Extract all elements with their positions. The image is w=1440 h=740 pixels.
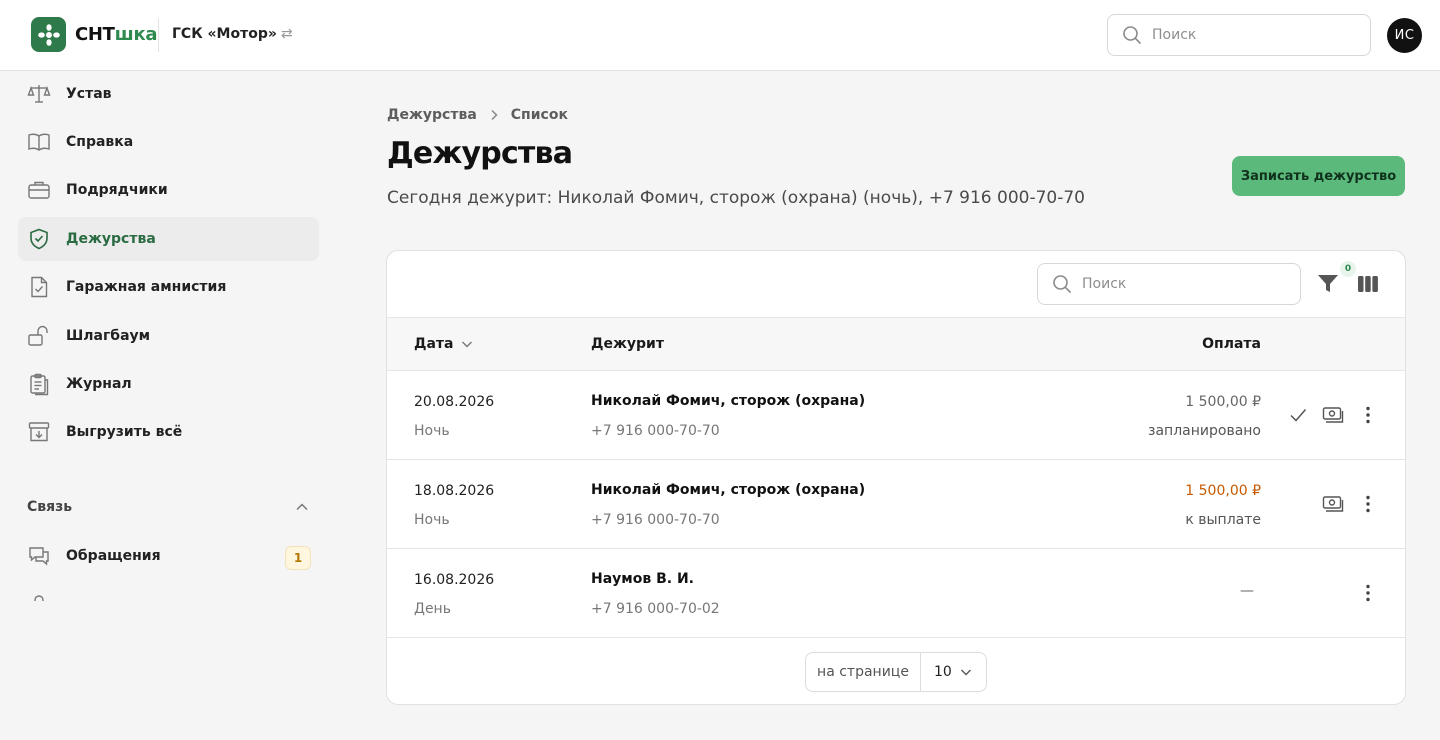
table-header: Дата Дежурит Оплата xyxy=(387,317,1405,371)
column-date[interactable]: Дата xyxy=(414,336,473,352)
clipboard-icon xyxy=(26,371,52,397)
row-shift: День xyxy=(414,601,451,617)
chevron-down-icon xyxy=(961,669,971,676)
top-bar: СНТшка ГСК «Мотор» ⇄ ИС xyxy=(0,0,1440,71)
column-payment: Оплата xyxy=(1202,336,1261,352)
checkmark-icon[interactable] xyxy=(1287,404,1309,426)
global-search-input[interactable] xyxy=(1152,27,1332,43)
table-row[interactable]: 18.08.2026 Ночь Николай Фомич, сторож (о… xyxy=(387,460,1405,549)
breadcrumb: Дежурства Список xyxy=(387,107,568,123)
breadcrumb-duties[interactable]: Дежурства xyxy=(387,107,477,123)
table-search[interactable] xyxy=(1037,263,1301,305)
money-icon[interactable] xyxy=(1321,404,1345,426)
row-phone: +7 916 000-70-02 xyxy=(591,601,720,617)
row-shift: Ночь xyxy=(414,512,450,528)
row-amount: — xyxy=(1240,583,1254,599)
table-row[interactable]: 20.08.2026 Ночь Николай Фомич, сторож (о… xyxy=(387,371,1405,460)
filter-icon[interactable] xyxy=(1317,271,1341,297)
more-vertical-icon[interactable] xyxy=(1357,493,1379,515)
sidebar-item-journal[interactable]: Журнал xyxy=(18,362,319,406)
brand-name[interactable]: СНТшка xyxy=(75,24,158,45)
chevron-up-icon xyxy=(296,503,308,511)
sidebar-item-label: Подрядчики xyxy=(66,182,168,198)
table-search-input[interactable] xyxy=(1082,276,1262,292)
shield-check-icon xyxy=(26,226,52,252)
row-name: Наумов В. И. xyxy=(591,571,694,587)
row-phone: +7 916 000-70-70 xyxy=(591,423,720,439)
page-size-selector: на странице 10 xyxy=(805,652,987,692)
sidebar-item-barrier[interactable]: Шлагбаум xyxy=(18,314,319,358)
chevron-right-icon xyxy=(491,109,498,121)
sidebar-item-export-all[interactable]: Выгрузить всё xyxy=(18,410,319,454)
row-amount: 1 500,00 ₽ xyxy=(1185,394,1261,410)
add-duty-button[interactable]: Записать дежурство xyxy=(1232,156,1405,196)
chat-icon xyxy=(26,543,52,569)
page-size-select[interactable]: 10 xyxy=(921,664,986,680)
money-icon[interactable] xyxy=(1321,493,1345,515)
row-phone: +7 916 000-70-70 xyxy=(591,512,720,528)
chevron-down-icon xyxy=(462,341,473,348)
swap-icon: ⇄ xyxy=(280,26,293,42)
column-person: Дежурит xyxy=(591,336,664,352)
row-status: к выплате xyxy=(1185,512,1261,528)
breadcrumb-list: Список xyxy=(510,107,568,123)
sidebar-item-label: Обращения xyxy=(66,548,161,564)
today-on-duty: Сегодня дежурит: Николай Фомич, сторож (… xyxy=(387,188,1085,208)
briefcase-icon xyxy=(26,177,52,203)
search-icon xyxy=(1053,275,1071,293)
row-date: 18.08.2026 xyxy=(414,483,495,499)
book-icon xyxy=(26,129,52,155)
sidebar-item-requests[interactable]: Обращения 1 xyxy=(18,534,319,578)
page-size-value: 10 xyxy=(934,664,952,680)
row-name: Николай Фомич, сторож (охрана) xyxy=(591,482,866,498)
sidebar-item-label: Устав xyxy=(66,86,112,102)
page-title: Дежурства xyxy=(387,136,573,171)
org-switcher[interactable]: ГСК «Мотор» ⇄ xyxy=(172,26,293,42)
sidebar-item-label: Шлагбаум xyxy=(66,328,151,344)
document-check-icon xyxy=(26,274,52,300)
filter-count-badge: 0 xyxy=(1340,261,1356,277)
sidebar: Устав Справка Подрядчики Дежурства Гараж… xyxy=(0,71,330,601)
org-name: ГСК «Мотор» xyxy=(172,26,277,42)
sidebar-item-label: Справка xyxy=(66,134,134,150)
user-avatar[interactable]: ИС xyxy=(1387,18,1422,53)
table-row[interactable]: 16.08.2026 День Наумов В. И. +7 916 000-… xyxy=(387,549,1405,638)
row-amount: 1 500,00 ₽ xyxy=(1185,483,1261,499)
row-status: запланировано xyxy=(1148,423,1261,439)
section-title: Связь xyxy=(27,499,73,515)
sidebar-section-contact[interactable]: Связь xyxy=(27,499,309,515)
divider xyxy=(158,18,159,52)
row-date: 20.08.2026 xyxy=(414,394,495,410)
row-shift: Ночь xyxy=(414,423,450,439)
sidebar-item-label: Журнал xyxy=(66,376,132,392)
sidebar-item-duties[interactable]: Дежурства xyxy=(18,217,319,261)
person-icon xyxy=(26,591,52,601)
app-logo-icon[interactable] xyxy=(31,17,66,52)
scales-icon xyxy=(26,81,52,107)
columns-icon[interactable] xyxy=(1357,274,1379,294)
row-name: Николай Фомич, сторож (охрана) xyxy=(591,393,866,409)
search-icon xyxy=(1123,26,1141,44)
sidebar-item-label: Гаражная амнистия xyxy=(66,279,227,295)
sidebar-item-cut-off[interactable] xyxy=(18,582,319,601)
archive-download-icon xyxy=(26,419,52,445)
sidebar-item-label: Выгрузить всё xyxy=(66,424,183,440)
global-search[interactable] xyxy=(1107,14,1371,56)
more-vertical-icon[interactable] xyxy=(1357,404,1379,426)
count-badge: 1 xyxy=(285,546,311,570)
more-vertical-icon[interactable] xyxy=(1357,582,1379,604)
sidebar-item-help[interactable]: Справка xyxy=(18,120,319,164)
page-size-label: на странице xyxy=(806,653,921,691)
sidebar-item-charter[interactable]: Устав xyxy=(18,72,319,116)
row-date: 16.08.2026 xyxy=(414,572,495,588)
sidebar-item-garage-amnesty[interactable]: Гаражная амнистия xyxy=(18,265,319,309)
sidebar-item-contractors[interactable]: Подрядчики xyxy=(18,168,319,212)
duties-table-card: 0 Дата Дежурит Оплата 20.08.2026 Ночь Ни… xyxy=(386,250,1406,705)
sidebar-item-label: Дежурства xyxy=(66,231,156,247)
unlock-icon xyxy=(26,323,52,349)
